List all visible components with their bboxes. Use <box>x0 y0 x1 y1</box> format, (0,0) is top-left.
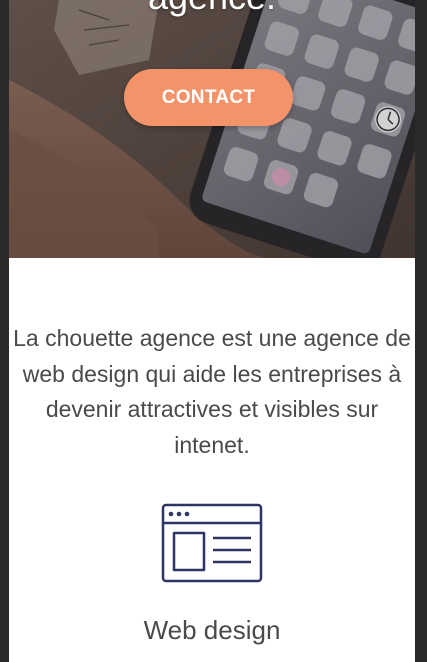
hero-section: agence. CONTACT <box>9 0 415 258</box>
intro-text: La chouette agence est une agence de web… <box>13 325 411 458</box>
web-design-icon <box>161 503 263 583</box>
hero-title: agence. <box>9 0 415 22</box>
contact-button[interactable]: CONTACT <box>124 69 293 126</box>
service-title-web-design: Web design <box>143 615 281 645</box>
viewport-frame: agence. CONTACT La chouette agence est u… <box>0 0 427 662</box>
page: agence. CONTACT La chouette agence est u… <box>9 0 415 662</box>
hero-background-image <box>9 0 415 258</box>
